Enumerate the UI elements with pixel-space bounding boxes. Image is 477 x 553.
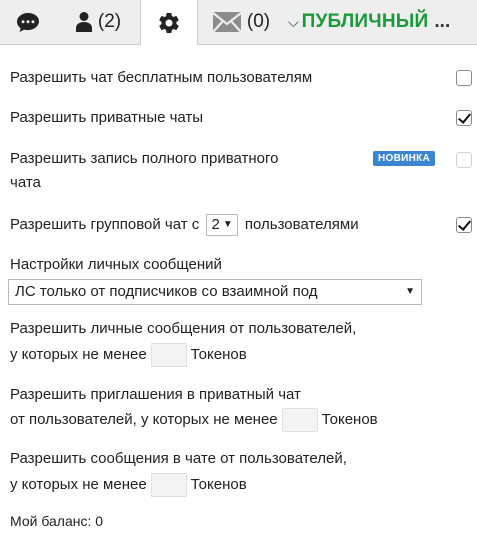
- invite-tokens-input[interactable]: [281, 408, 318, 432]
- chatmsg-line2: у которых не менее Токенов: [10, 473, 247, 497]
- more-dots: ...: [434, 11, 451, 32]
- record-checkbox[interactable]: [456, 152, 472, 168]
- new-badge: НОВИНКА: [373, 151, 436, 166]
- gear-icon: [159, 12, 179, 33]
- free-chat-label: Разрешить чат бесплатным пользователям: [10, 69, 313, 86]
- private-chat-label: Разрешить приватные чаты: [10, 109, 204, 126]
- dropdown-arrow-icon: ▼: [405, 286, 415, 297]
- pm-from-line1: Разрешить личные сообщения от пользовате…: [10, 320, 357, 337]
- pm-count: (0): [246, 11, 271, 32]
- group-chat-prefix: Разрешить групповой чат с: [10, 216, 200, 233]
- group-chat-row: Разрешить групповой чат с 2 ▼ пользовател…: [10, 214, 359, 237]
- chatmsg-tokens-label: Токенов: [190, 475, 247, 493]
- envelope-icon: [212, 12, 242, 33]
- tab-private-messages[interactable]: (0): [198, 0, 284, 44]
- pm-settings-value: ЛС только от подписчиков со взаимной под: [15, 283, 318, 300]
- chatmsg-prefix: у которых не менее: [10, 475, 147, 493]
- group-size-value: 2: [211, 216, 220, 233]
- invite-line2: от пользователей, у которых не менее Токе…: [10, 408, 378, 432]
- chevron-down-icon: ⌵: [288, 13, 299, 30]
- group-chat-suffix: пользователями: [244, 216, 359, 233]
- private-chat-checkbox[interactable]: [456, 110, 472, 126]
- record-label-line2: чата: [10, 174, 41, 191]
- chat-mode-dropdown[interactable]: ⌵ ПУБЛИЧНЫЙ ...: [284, 0, 477, 44]
- group-size-select[interactable]: 2 ▼: [206, 214, 238, 237]
- chatmsg-line1: Разрешить сообщения в чате от пользовате…: [10, 450, 347, 467]
- free-chat-checkbox[interactable]: [456, 70, 472, 86]
- pm-settings-label: Настройки личных сообщений: [10, 256, 222, 273]
- tab-bar: (2) (0) ⌵ ПУБЛИЧНЫЙ ...: [0, 0, 477, 45]
- group-chat-checkbox[interactable]: [456, 217, 472, 233]
- invite-tokens-label: Токенов: [321, 410, 378, 428]
- settings-panel: Разрешить чат бесплатным пользователям Р…: [0, 45, 477, 553]
- invite-line1: Разрешить приглашения в приватный чат: [10, 386, 301, 403]
- chat-bubble-icon: [17, 13, 39, 32]
- chat-mode-label: ПУБЛИЧНЫЙ: [301, 11, 429, 32]
- invite-prefix: от пользователей, у которых не менее: [10, 410, 278, 428]
- balance-text: Мой баланс: 0: [10, 513, 104, 529]
- pm-settings-select[interactable]: ЛС только от подписчиков со взаимной под…: [8, 279, 422, 305]
- pm-tokens-input[interactable]: [150, 343, 187, 367]
- tab-settings[interactable]: [140, 0, 198, 45]
- dropdown-arrow-icon: ▼: [222, 219, 233, 231]
- chatmsg-tokens-input[interactable]: [150, 473, 187, 497]
- pm-from-line2: у которых не менее Токенов: [10, 343, 247, 367]
- tab-users[interactable]: (2): [56, 0, 140, 44]
- tab-chat[interactable]: [0, 0, 56, 44]
- user-icon: [75, 12, 92, 32]
- pm-from-prefix: у которых не менее: [10, 345, 147, 363]
- pm-tokens-label: Токенов: [190, 345, 247, 363]
- users-count: (2): [97, 11, 122, 32]
- record-label-line1: Разрешить запись полного приватного: [10, 150, 279, 167]
